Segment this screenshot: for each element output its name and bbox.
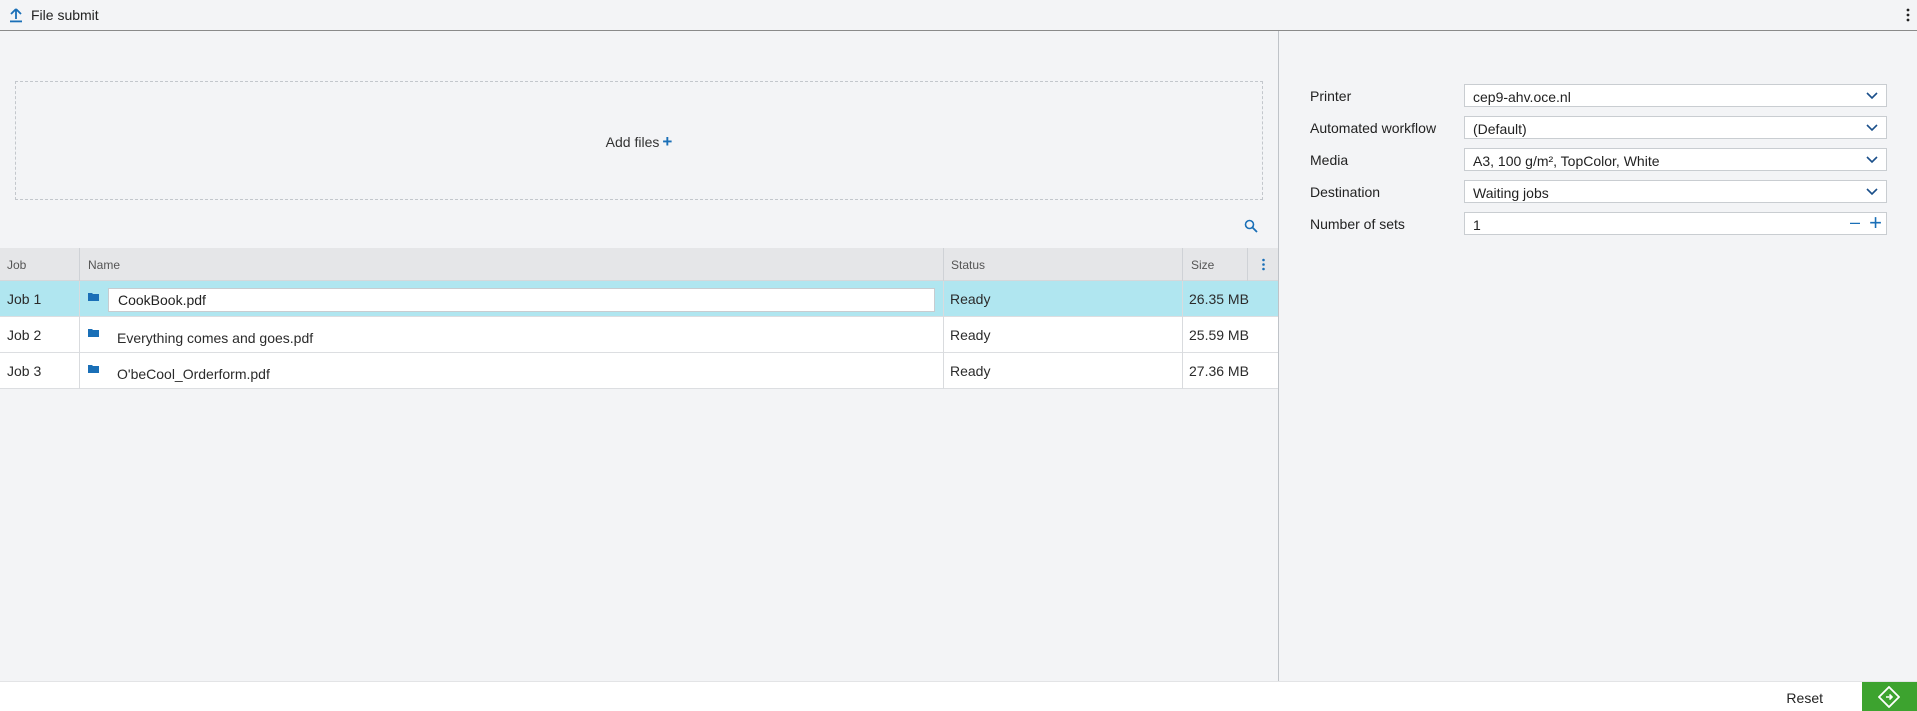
printer-value: cep9-ahv.oce.nl [1473, 89, 1571, 105]
col-header-status[interactable]: Status [951, 258, 985, 272]
file-icon [88, 293, 99, 301]
file-icon [88, 365, 99, 373]
cell-divider [943, 281, 944, 317]
column-divider[interactable] [1247, 248, 1248, 281]
chevron-down-icon [1866, 92, 1878, 100]
submit-button[interactable] [1862, 682, 1917, 711]
workflow-label: Automated workflow [1310, 120, 1437, 136]
workflow-select[interactable]: (Default) [1464, 116, 1887, 139]
add-files-label-wrap[interactable]: Add files + [16, 132, 1262, 152]
job-cell: Job 1 [7, 291, 42, 307]
job-cell: Job 2 [7, 327, 42, 343]
chevron-down-icon [1866, 188, 1878, 196]
cell-divider [1182, 317, 1183, 353]
top-bar: File submit [0, 0, 1917, 31]
more-vert-icon[interactable] [1905, 8, 1911, 22]
jobs-table: Job Name Status Size Job 1 Ready 26.35 M… [0, 248, 1278, 389]
printer-select[interactable]: cep9-ahv.oce.nl [1464, 84, 1887, 107]
cell-divider [1182, 353, 1183, 389]
table-header: Job Name Status Size [0, 248, 1278, 281]
increment-button[interactable]: + [1869, 210, 1882, 236]
sets-value[interactable]: 1 [1473, 217, 1481, 233]
print-submit-icon [1878, 686, 1900, 708]
add-files-dropzone[interactable]: Add files + [15, 81, 1263, 200]
settings-panel: Printer cep9-ahv.oce.nl Automated workfl… [1279, 31, 1917, 681]
cell-divider [79, 281, 80, 317]
col-header-job[interactable]: Job [7, 258, 26, 272]
media-select[interactable]: A3, 100 g/m², TopColor, White [1464, 148, 1887, 171]
col-header-size[interactable]: Size [1191, 258, 1214, 272]
col-header-name[interactable]: Name [88, 258, 120, 272]
sets-stepper[interactable]: 1 – + [1464, 210, 1887, 236]
reset-button[interactable]: Reset [1786, 690, 1823, 706]
destination-label: Destination [1310, 184, 1381, 200]
decrement-button[interactable]: – [1850, 212, 1860, 233]
media-label: Media [1310, 152, 1349, 168]
name-edit-field[interactable] [108, 288, 935, 312]
cell-divider [79, 353, 80, 389]
cell-divider [943, 317, 944, 353]
cell-divider [943, 353, 944, 389]
table-row[interactable]: Job 2 Everything comes and goes.pdf Read… [0, 317, 1278, 353]
workflow-value: (Default) [1473, 121, 1527, 137]
cell-divider [1182, 281, 1183, 317]
size-cell: 26.35 MB [1189, 291, 1249, 307]
page-title: File submit [31, 7, 99, 23]
chevron-down-icon [1866, 156, 1878, 164]
destination-select[interactable]: Waiting jobs [1464, 180, 1887, 203]
status-cell: Ready [950, 327, 991, 343]
destination-value: Waiting jobs [1473, 185, 1549, 201]
column-divider[interactable] [1182, 248, 1183, 281]
chevron-down-icon [1866, 124, 1878, 132]
column-divider[interactable] [79, 248, 80, 281]
media-value: A3, 100 g/m², TopColor, White [1473, 153, 1660, 169]
printer-label: Printer [1310, 88, 1352, 104]
size-cell: 27.36 MB [1189, 363, 1249, 379]
upload-icon [10, 8, 22, 23]
status-cell: Ready [950, 291, 991, 307]
job-cell: Job 3 [7, 363, 42, 379]
table-row[interactable]: Job 1 Ready 26.35 MB [0, 281, 1278, 317]
search-icon[interactable] [1244, 219, 1258, 233]
footer-bar: Reset [0, 681, 1917, 711]
sets-label: Number of sets [1310, 216, 1405, 232]
column-divider[interactable] [943, 248, 944, 281]
add-files-label: Add files [605, 134, 660, 150]
column-options-icon[interactable] [1261, 258, 1266, 271]
name-cell: Everything comes and goes.pdf [117, 330, 314, 346]
cell-divider [79, 317, 80, 353]
table-row[interactable]: Job 3 O'beCool_Orderform.pdf Ready 27.36… [0, 353, 1278, 389]
file-icon [88, 329, 99, 337]
status-cell: Ready [950, 363, 991, 379]
name-cell: O'beCool_Orderform.pdf [117, 366, 270, 382]
size-cell: 25.59 MB [1189, 327, 1249, 343]
add-files-plus-icon: + [662, 132, 673, 151]
